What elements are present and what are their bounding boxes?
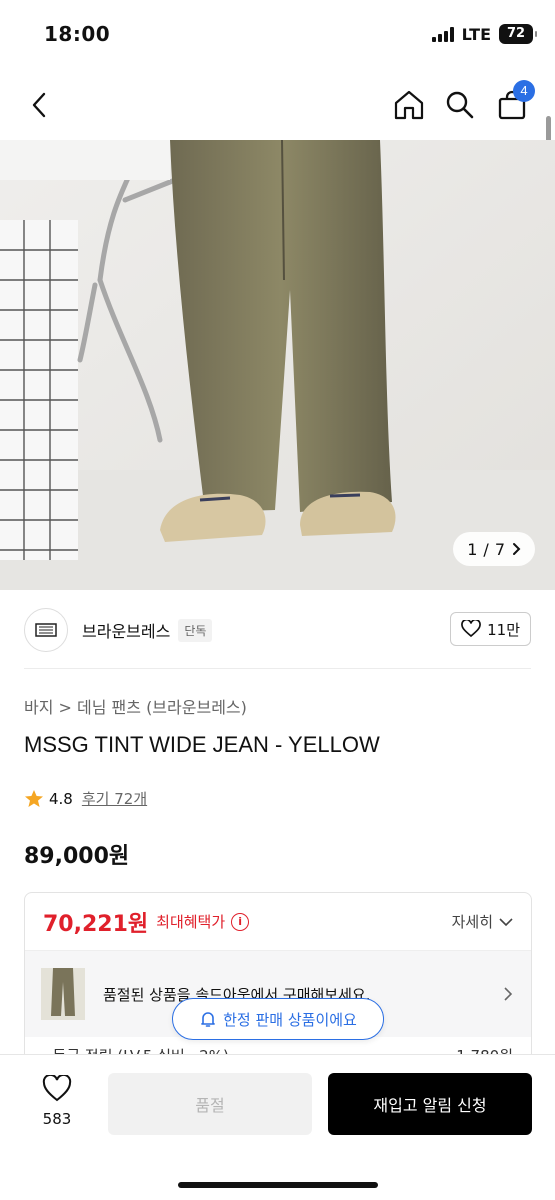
benefit-box: 70,221원 최대혜택가 i 자세히 품절된 상품을 솔드아웃에서 구매해보세… bbox=[24, 892, 532, 1072]
limited-sale-pill[interactable]: 한정 판매 상품이에요 bbox=[172, 998, 384, 1040]
divider bbox=[24, 668, 531, 669]
chevron-right-icon bbox=[513, 543, 521, 555]
brand-like-count: 11만 bbox=[487, 620, 520, 639]
brand-logo-mark bbox=[35, 623, 57, 637]
breadcrumb[interactable]: 바지 > 데님 팬츠 (브라운브레스) bbox=[24, 694, 247, 718]
back-button[interactable] bbox=[22, 88, 56, 122]
status-bar: 18:00 LTE 72 bbox=[0, 0, 555, 70]
wishlist-button[interactable]: 583 bbox=[30, 1073, 84, 1128]
detail-label: 자세히 bbox=[451, 913, 493, 931]
product-image-carousel[interactable]: 1 / 7 bbox=[0, 140, 555, 590]
bottom-action-bar: 583 품절 재입고 알림 신청 bbox=[0, 1054, 555, 1200]
image-current: 1 bbox=[467, 539, 478, 559]
product-title: MSSG TINT WIDE JEAN - YELLOW bbox=[24, 732, 380, 757]
benefit-header[interactable]: 70,221원 최대혜택가 i 자세히 bbox=[25, 893, 531, 951]
rating-row[interactable]: 4.8 후기 72개 bbox=[24, 788, 147, 809]
cart-badge: 4 bbox=[513, 80, 535, 102]
soldout-button[interactable]: 품절 bbox=[108, 1073, 312, 1135]
brand-name[interactable]: 브라운브레스 bbox=[82, 618, 170, 642]
wishlist-count: 583 bbox=[42, 1110, 72, 1128]
brand-logo[interactable] bbox=[24, 608, 68, 652]
rating-value: 4.8 bbox=[49, 789, 73, 808]
search-icon bbox=[446, 91, 474, 119]
chevron-down-icon bbox=[499, 917, 513, 926]
signal-icon bbox=[431, 26, 454, 42]
heart-icon bbox=[42, 1073, 72, 1102]
soldout-thumbnail bbox=[41, 968, 85, 1020]
heart-icon bbox=[461, 620, 481, 638]
max-benefit-label: 최대혜택가 bbox=[156, 913, 226, 931]
exclusive-tag: 단독 bbox=[178, 618, 213, 642]
home-indicator[interactable] bbox=[178, 1182, 378, 1188]
product-price: 89,000원 bbox=[24, 844, 130, 869]
image-total: 7 bbox=[494, 539, 505, 559]
search-button[interactable] bbox=[443, 88, 477, 122]
status-time: 18:00 bbox=[44, 22, 111, 46]
cart-button[interactable]: 4 bbox=[495, 80, 535, 122]
chevron-left-icon bbox=[32, 92, 46, 118]
network-label: LTE bbox=[461, 24, 491, 44]
top-nav: 4 bbox=[0, 70, 555, 140]
limited-sale-text: 한정 판매 상품이에요 bbox=[223, 1010, 357, 1029]
brand-like-button[interactable]: 11만 bbox=[450, 612, 531, 646]
bell-icon bbox=[201, 1012, 215, 1027]
brand-row: 브라운브레스 단독 11만 bbox=[24, 600, 531, 660]
max-benefit-price: 70,221원 bbox=[43, 911, 149, 937]
battery-icon: 72 bbox=[499, 24, 537, 44]
image-separator: / bbox=[483, 539, 489, 559]
review-link[interactable]: 후기 72개 bbox=[82, 788, 147, 809]
detail-toggle[interactable]: 자세히 bbox=[452, 911, 513, 932]
chevron-right-icon bbox=[504, 987, 513, 1001]
product-photo bbox=[0, 140, 555, 590]
image-counter[interactable]: 1 / 7 bbox=[453, 532, 535, 566]
status-indicators: LTE 72 bbox=[431, 24, 537, 44]
home-icon bbox=[394, 90, 424, 120]
restock-alert-button[interactable]: 재입고 알림 신청 bbox=[328, 1073, 532, 1135]
home-button[interactable] bbox=[392, 88, 426, 122]
info-icon[interactable]: i bbox=[231, 912, 250, 931]
star-icon bbox=[25, 789, 43, 807]
